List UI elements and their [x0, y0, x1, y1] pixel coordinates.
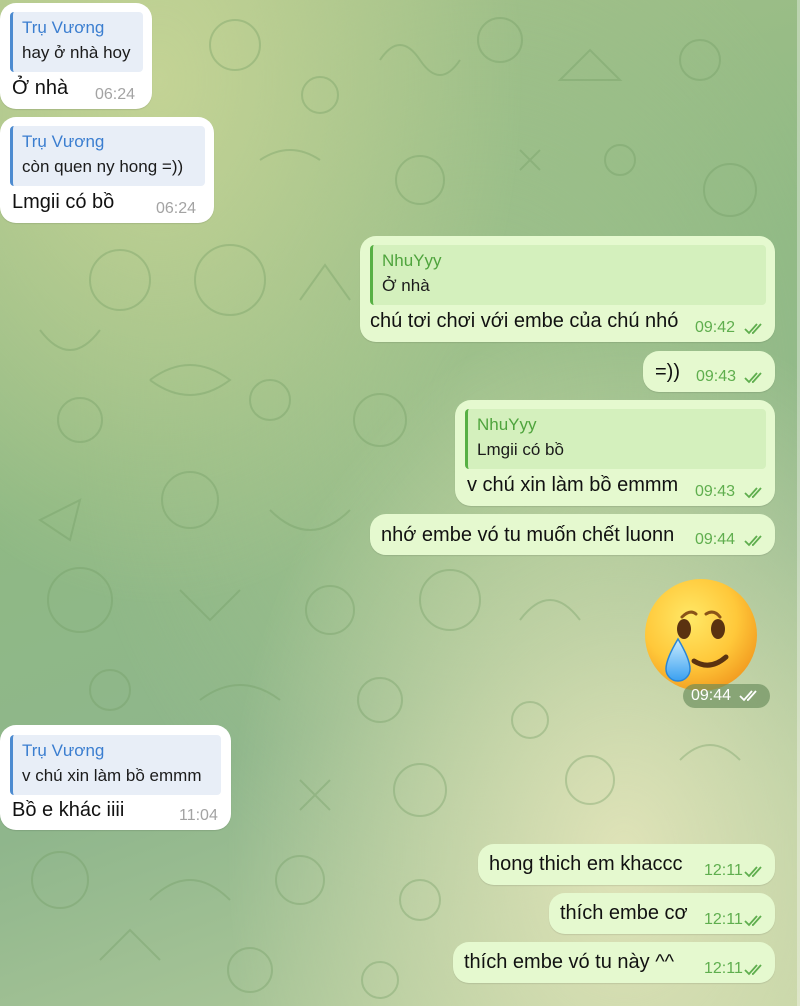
reply-quote[interactable]: NhuYyy Lmgii có bồ [465, 409, 766, 469]
message-time: 12:11 [704, 911, 743, 928]
double-check-icon [744, 915, 762, 927]
message-bubble-outgoing[interactable]: nhớ embe vó tu muốn chết luonn 09:44 [370, 514, 775, 555]
message-bubble-outgoing[interactable]: thích embe cơ 12:11 [549, 893, 775, 934]
message-text: hong thich em khaccc [489, 853, 683, 875]
double-check-icon [744, 487, 762, 499]
message-text: nhớ embe vó tu muốn chết luonn [381, 524, 675, 546]
reply-author: Trụ Vương [22, 741, 105, 760]
message-time: 06:24 [95, 86, 136, 103]
message-text: thích embe cơ [560, 902, 688, 924]
message-time: 12:11 [704, 862, 743, 879]
reply-snippet: Ở nhà [382, 276, 430, 295]
message-text: Lmgii có bồ [12, 191, 115, 213]
double-check-icon [744, 535, 762, 547]
smiling-face-with-tear-icon[interactable] [642, 579, 760, 697]
message-time: 09:44 [691, 687, 732, 704]
reply-quote[interactable]: NhuYyy Ở nhà [370, 245, 766, 305]
message-bubble-outgoing[interactable]: =)) 09:43 [643, 351, 775, 392]
reply-author: Trụ Vương [22, 18, 105, 37]
message-time: 09:44 [695, 531, 736, 548]
message-text: =)) [655, 361, 680, 383]
message-bubble-incoming[interactable]: Trụ Vương v chú xin làm bồ emmm Bồ e khá… [0, 725, 231, 830]
reply-author: NhuYyy [382, 251, 442, 270]
double-check-icon [744, 372, 762, 384]
reply-quote[interactable]: Trụ Vương hay ở nhà hoy [10, 12, 143, 72]
message-text: thích embe vó tu này ^^ [464, 951, 674, 973]
message-bubble-outgoing[interactable]: hong thich em khaccc 12:11 [478, 844, 775, 885]
reply-snippet: hay ở nhà hoy [22, 43, 131, 62]
reply-snippet: còn quen ny hong =)) [22, 157, 184, 176]
message-text: chú tơi chơi với embe của chú nhó [370, 310, 679, 332]
reply-quote[interactable]: Trụ Vương v chú xin làm bồ emmm [10, 735, 221, 795]
message-bubble-outgoing[interactable]: NhuYyy Lmgii có bồ v chú xin làm bồ emmm… [455, 400, 775, 506]
double-check-icon [744, 323, 762, 335]
message-time: 09:42 [695, 319, 736, 336]
reply-snippet: v chú xin làm bồ emmm [22, 766, 202, 785]
message-bubble-outgoing[interactable]: thích embe vó tu này ^^ 12:11 [453, 942, 775, 983]
message-time: 09:43 [696, 368, 737, 385]
message-time: 09:43 [695, 483, 736, 500]
message-time: 11:04 [179, 807, 218, 824]
reply-quote[interactable]: Trụ Vương còn quen ny hong =)) [10, 126, 205, 186]
reply-snippet: Lmgii có bồ [477, 440, 564, 459]
double-check-icon [744, 964, 762, 976]
message-bubble-outgoing[interactable]: NhuYyy Ở nhà chú tơi chơi với embe của c… [360, 236, 775, 342]
reply-author: NhuYyy [477, 415, 537, 434]
sticker-time-badge: 09:44 [683, 684, 770, 708]
message-text: v chú xin làm bồ emmm [467, 474, 679, 496]
message-time: 06:24 [156, 200, 197, 217]
message-text: Ở nhà [12, 77, 69, 99]
message-time: 12:11 [704, 960, 743, 977]
double-check-icon [744, 866, 762, 878]
double-check-icon [739, 690, 757, 702]
message-bubble-incoming[interactable]: Trụ Vương còn quen ny hong =)) Lmgii có … [0, 117, 214, 223]
message-bubble-incoming[interactable]: Trụ Vương hay ở nhà hoy Ở nhà 06:24 [0, 3, 152, 109]
message-text: Bồ e khác iiii [12, 799, 125, 821]
reply-author: Trụ Vương [22, 132, 105, 151]
